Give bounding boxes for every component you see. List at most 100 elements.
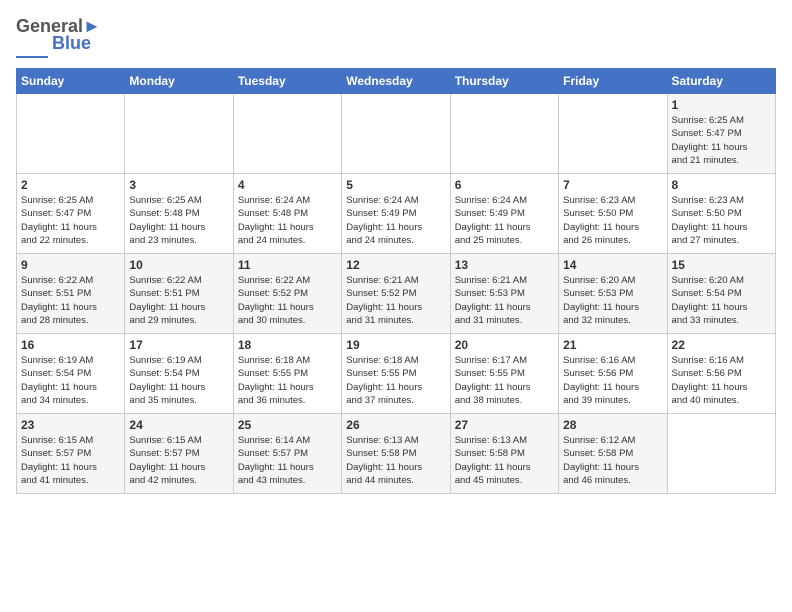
calendar-cell: 22 Sunrise: 6:16 AM Sunset: 5:56 PM Dayli…: [667, 334, 775, 414]
calendar-cell: 10 Sunrise: 6:22 AM Sunset: 5:51 PM Dayli…: [125, 254, 233, 334]
day-info: Sunrise: 6:24 AM Sunset: 5:48 PM Dayligh…: [238, 194, 337, 247]
calendar-cell: 3Sunrise: 6:25 AM Sunset: 5:48 PM Daylig…: [125, 174, 233, 254]
day-number: 26: [346, 418, 445, 432]
day-info: Sunrise: 6:18 AM Sunset: 5:55 PM Dayligh…: [346, 354, 445, 407]
calendar-table: SundayMondayTuesdayWednesdayThursdayFrid…: [16, 68, 776, 494]
col-header-sunday: Sunday: [17, 69, 125, 94]
calendar-cell: 2Sunrise: 6:25 AM Sunset: 5:47 PM Daylig…: [17, 174, 125, 254]
day-info: Sunrise: 6:22 AM Sunset: 5:51 PM Dayligh…: [129, 274, 228, 327]
calendar-cell: 13 Sunrise: 6:21 AM Sunset: 5:53 PM Dayli…: [450, 254, 558, 334]
day-info: Sunrise: 6:22 AM Sunset: 5:51 PM Dayligh…: [21, 274, 120, 327]
day-info: Sunrise: 6:17 AM Sunset: 5:55 PM Dayligh…: [455, 354, 554, 407]
day-info: Sunrise: 6:15 AM Sunset: 5:57 PM Dayligh…: [21, 434, 120, 487]
calendar-cell: 20 Sunrise: 6:17 AM Sunset: 5:55 PM Dayli…: [450, 334, 558, 414]
calendar-cell: 25 Sunrise: 6:14 AM Sunset: 5:57 PM Dayli…: [233, 414, 341, 494]
day-info: Sunrise: 6:20 AM Sunset: 5:53 PM Dayligh…: [563, 274, 662, 327]
day-number: 14: [563, 258, 662, 272]
day-info: Sunrise: 6:25 AM Sunset: 5:47 PM Dayligh…: [21, 194, 120, 247]
day-info: Sunrise: 6:21 AM Sunset: 5:52 PM Dayligh…: [346, 274, 445, 327]
calendar-cell: 1 Sunrise: 6:25 AM Sunset: 5:47 PM Daylig…: [667, 94, 775, 174]
day-number: 10: [129, 258, 228, 272]
calendar-cell: 8 Sunrise: 6:23 AM Sunset: 5:50 PM Daylig…: [667, 174, 775, 254]
calendar-cell: 23Sunrise: 6:15 AM Sunset: 5:57 PM Dayli…: [17, 414, 125, 494]
calendar-cell: 27 Sunrise: 6:13 AM Sunset: 5:58 PM Dayli…: [450, 414, 558, 494]
col-header-monday: Monday: [125, 69, 233, 94]
day-info: Sunrise: 6:16 AM Sunset: 5:56 PM Dayligh…: [563, 354, 662, 407]
calendar-cell: 26 Sunrise: 6:13 AM Sunset: 5:58 PM Dayli…: [342, 414, 450, 494]
calendar-cell: 6 Sunrise: 6:24 AM Sunset: 5:49 PM Daylig…: [450, 174, 558, 254]
calendar-cell: 28 Sunrise: 6:12 AM Sunset: 5:58 PM Dayli…: [559, 414, 667, 494]
calendar-cell: [450, 94, 558, 174]
col-header-saturday: Saturday: [667, 69, 775, 94]
calendar-cell: 5 Sunrise: 6:24 AM Sunset: 5:49 PM Daylig…: [342, 174, 450, 254]
day-number: 20: [455, 338, 554, 352]
calendar-cell: 14 Sunrise: 6:20 AM Sunset: 5:53 PM Dayli…: [559, 254, 667, 334]
col-header-thursday: Thursday: [450, 69, 558, 94]
calendar-cell: [17, 94, 125, 174]
day-info: Sunrise: 6:22 AM Sunset: 5:52 PM Dayligh…: [238, 274, 337, 327]
day-number: 16: [21, 338, 120, 352]
day-info: Sunrise: 6:25 AM Sunset: 5:48 PM Dayligh…: [129, 194, 228, 247]
day-number: 8: [672, 178, 771, 192]
day-info: Sunrise: 6:14 AM Sunset: 5:57 PM Dayligh…: [238, 434, 337, 487]
day-info: Sunrise: 6:13 AM Sunset: 5:58 PM Dayligh…: [455, 434, 554, 487]
calendar-cell: 17 Sunrise: 6:19 AM Sunset: 5:54 PM Dayli…: [125, 334, 233, 414]
day-info: Sunrise: 6:20 AM Sunset: 5:54 PM Dayligh…: [672, 274, 771, 327]
day-number: 21: [563, 338, 662, 352]
calendar-cell: 15 Sunrise: 6:20 AM Sunset: 5:54 PM Dayli…: [667, 254, 775, 334]
calendar-cell: 18 Sunrise: 6:18 AM Sunset: 5:55 PM Dayli…: [233, 334, 341, 414]
day-number: 4: [238, 178, 337, 192]
logo: General ► Blue: [16, 16, 101, 58]
calendar-cell: [342, 94, 450, 174]
calendar-cell: [559, 94, 667, 174]
logo-blue-word: Blue: [52, 33, 91, 54]
calendar-cell: [667, 414, 775, 494]
day-info: Sunrise: 6:12 AM Sunset: 5:58 PM Dayligh…: [563, 434, 662, 487]
day-number: 13: [455, 258, 554, 272]
calendar-cell: [125, 94, 233, 174]
col-header-friday: Friday: [559, 69, 667, 94]
day-number: 22: [672, 338, 771, 352]
day-info: Sunrise: 6:16 AM Sunset: 5:56 PM Dayligh…: [672, 354, 771, 407]
day-number: 1: [672, 98, 771, 112]
day-number: 6: [455, 178, 554, 192]
day-info: Sunrise: 6:24 AM Sunset: 5:49 PM Dayligh…: [455, 194, 554, 247]
day-info: Sunrise: 6:21 AM Sunset: 5:53 PM Dayligh…: [455, 274, 554, 327]
day-number: 11: [238, 258, 337, 272]
calendar-cell: [233, 94, 341, 174]
day-number: 24: [129, 418, 228, 432]
day-number: 18: [238, 338, 337, 352]
calendar-cell: 19 Sunrise: 6:18 AM Sunset: 5:55 PM Dayli…: [342, 334, 450, 414]
day-number: 9: [21, 258, 120, 272]
day-number: 15: [672, 258, 771, 272]
calendar-cell: 9 Sunrise: 6:22 AM Sunset: 5:51 PM Daylig…: [17, 254, 125, 334]
calendar-cell: 16 Sunrise: 6:19 AM Sunset: 5:54 PM Dayli…: [17, 334, 125, 414]
page-header: General ► Blue: [16, 16, 776, 58]
day-number: 25: [238, 418, 337, 432]
day-info: Sunrise: 6:13 AM Sunset: 5:58 PM Dayligh…: [346, 434, 445, 487]
day-number: 12: [346, 258, 445, 272]
day-info: Sunrise: 6:23 AM Sunset: 5:50 PM Dayligh…: [563, 194, 662, 247]
day-info: Sunrise: 6:23 AM Sunset: 5:50 PM Dayligh…: [672, 194, 771, 247]
day-number: 27: [455, 418, 554, 432]
day-number: 17: [129, 338, 228, 352]
logo-underline: [16, 56, 48, 58]
day-info: Sunrise: 6:15 AM Sunset: 5:57 PM Dayligh…: [129, 434, 228, 487]
day-info: Sunrise: 6:19 AM Sunset: 5:54 PM Dayligh…: [129, 354, 228, 407]
calendar-cell: 24 Sunrise: 6:15 AM Sunset: 5:57 PM Dayli…: [125, 414, 233, 494]
calendar-cell: 7 Sunrise: 6:23 AM Sunset: 5:50 PM Daylig…: [559, 174, 667, 254]
day-number: 5: [346, 178, 445, 192]
day-info: Sunrise: 6:18 AM Sunset: 5:55 PM Dayligh…: [238, 354, 337, 407]
calendar-cell: 21 Sunrise: 6:16 AM Sunset: 5:56 PM Dayli…: [559, 334, 667, 414]
day-info: Sunrise: 6:19 AM Sunset: 5:54 PM Dayligh…: [21, 354, 120, 407]
col-header-wednesday: Wednesday: [342, 69, 450, 94]
calendar-cell: 11 Sunrise: 6:22 AM Sunset: 5:52 PM Dayli…: [233, 254, 341, 334]
day-number: 19: [346, 338, 445, 352]
day-number: 7: [563, 178, 662, 192]
calendar-cell: 12 Sunrise: 6:21 AM Sunset: 5:52 PM Dayli…: [342, 254, 450, 334]
day-info: Sunrise: 6:24 AM Sunset: 5:49 PM Dayligh…: [346, 194, 445, 247]
day-info: Sunrise: 6:25 AM Sunset: 5:47 PM Dayligh…: [672, 114, 771, 167]
day-number: 28: [563, 418, 662, 432]
calendar-cell: 4 Sunrise: 6:24 AM Sunset: 5:48 PM Daylig…: [233, 174, 341, 254]
col-header-tuesday: Tuesday: [233, 69, 341, 94]
